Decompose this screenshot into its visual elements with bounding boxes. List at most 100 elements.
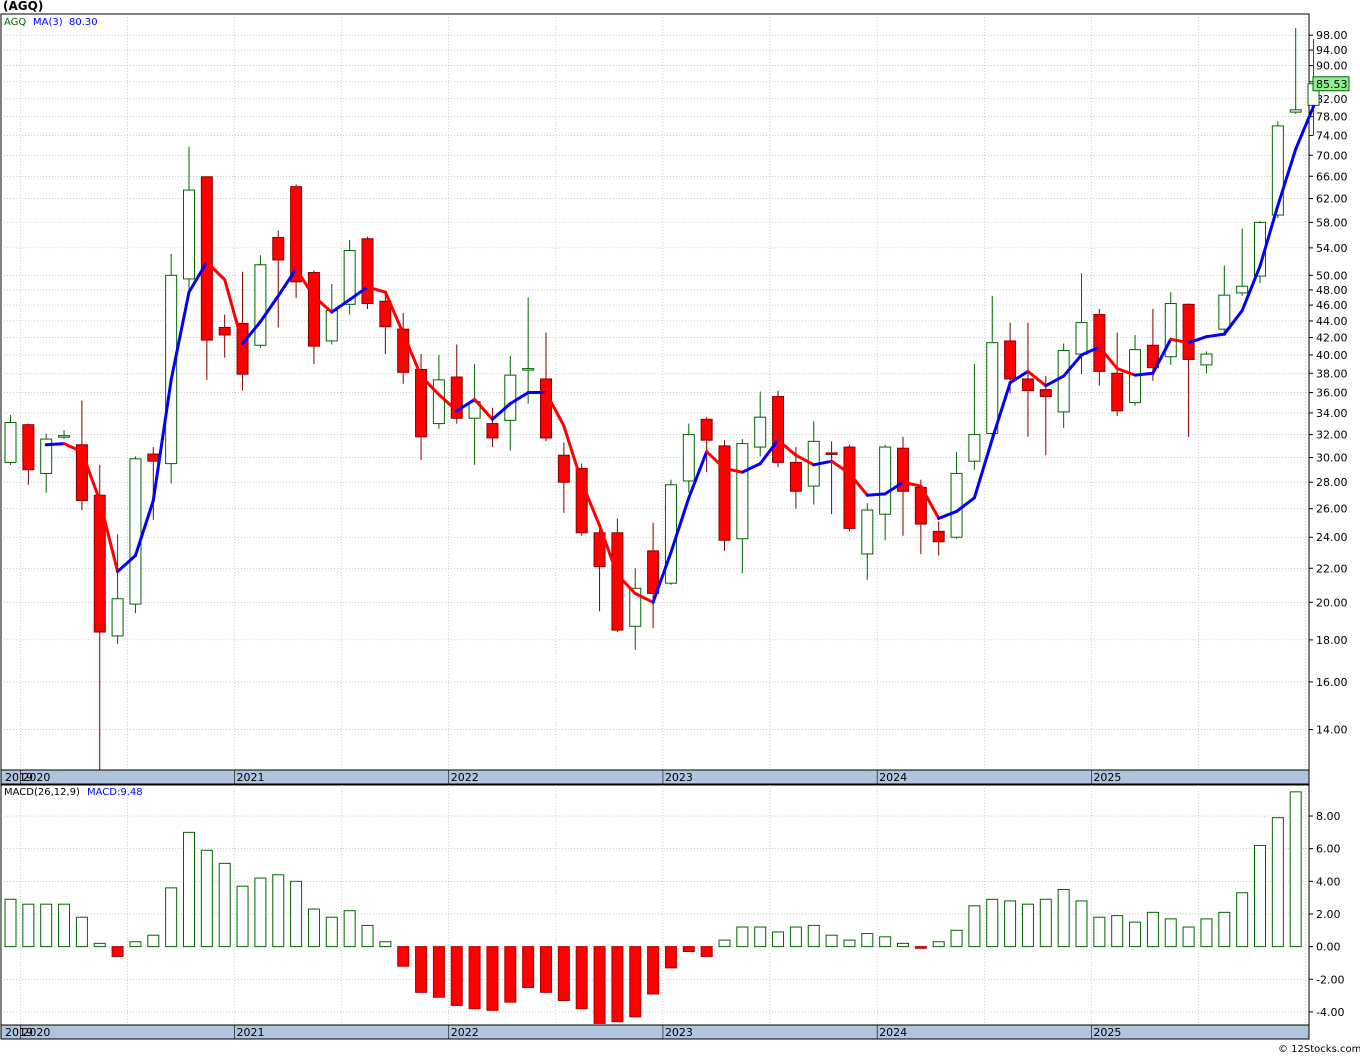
year-label: 2022 <box>451 771 479 784</box>
candle-body <box>111 598 124 637</box>
candle-body <box>682 434 695 482</box>
macd-bar <box>111 946 124 957</box>
price-tick-label: 34.00 <box>1316 407 1348 420</box>
candle <box>254 255 267 348</box>
candle-body <box>22 424 35 471</box>
candle <box>1164 292 1177 365</box>
price-tick-label: 98.00 <box>1316 29 1348 42</box>
macd-bar <box>843 939 856 948</box>
macd-tick-label: 0.00 <box>1316 941 1341 954</box>
price-tick-label: 82.00 <box>1316 93 1348 106</box>
price-tick-label: 50.00 <box>1316 269 1348 282</box>
legend-symbol: AGQ <box>4 17 26 28</box>
price-tick-label: 22.00 <box>1316 562 1348 575</box>
macd-bar <box>343 910 356 948</box>
candle-body <box>486 423 499 439</box>
macd-bar <box>700 946 713 957</box>
candle <box>290 184 303 299</box>
candle-body <box>325 310 338 342</box>
price-tick-label: 46.00 <box>1316 299 1348 312</box>
macd-bar <box>861 933 874 948</box>
candle-body <box>932 530 945 543</box>
macd-bar <box>236 885 249 948</box>
candle <box>718 440 731 551</box>
macd-bar <box>40 903 53 948</box>
macd-bar <box>129 941 142 948</box>
candle-body <box>147 453 160 462</box>
price-tick-label: 90.00 <box>1316 60 1348 73</box>
macd-bar <box>682 946 695 953</box>
macd-bar <box>789 926 802 948</box>
candle-body <box>1182 303 1195 360</box>
macd-bar <box>1093 916 1106 948</box>
macd-tick-label: 6.00 <box>1316 843 1341 856</box>
macd-bar <box>1004 900 1017 948</box>
macd-legend: MACD(26,12,9) MACD:9.48 <box>4 787 143 798</box>
macd-bar <box>200 849 213 948</box>
candle-body <box>504 374 517 421</box>
candle <box>129 456 142 614</box>
macd-tick-label: -4.00 <box>1316 1006 1344 1019</box>
candle-body <box>1057 350 1070 413</box>
candle-body <box>700 418 713 441</box>
year-label: 2020 <box>22 1026 50 1039</box>
macd-bar <box>647 946 660 995</box>
macd-bar <box>307 908 320 948</box>
macd-bar <box>664 946 677 969</box>
watermark: © 12Stocks.com <box>1278 1044 1360 1055</box>
macd-bar <box>629 946 642 1018</box>
candle-body <box>307 271 320 347</box>
last-price-label: 85.53 <box>1316 78 1348 91</box>
price-tick-label: 74.00 <box>1316 129 1348 142</box>
macd-bar <box>468 946 481 1010</box>
price-tick-label: 78.00 <box>1316 111 1348 124</box>
macd-bar <box>932 941 945 948</box>
price-tick-label: 54.00 <box>1316 242 1348 255</box>
price-tick-label: 66.00 <box>1316 170 1348 183</box>
candle-body <box>825 452 838 455</box>
macd-bar <box>557 946 570 1002</box>
date-strip-bottom: 20192020 2021 2022 2023 2024 2025 <box>0 1024 1310 1040</box>
candle-body <box>1075 322 1088 355</box>
price-tick-label: 30.00 <box>1316 452 1348 465</box>
candle-body <box>557 454 570 483</box>
price-tick-label: 70.00 <box>1316 149 1348 162</box>
candle <box>843 444 856 532</box>
macd-bar <box>718 939 731 948</box>
candle-body <box>218 326 231 336</box>
macd-bar <box>754 926 767 948</box>
macd-tick-label: 4.00 <box>1316 875 1341 888</box>
price-tick-label: 94.00 <box>1316 44 1348 57</box>
price-tick-label: 62.00 <box>1316 193 1348 206</box>
macd-bar <box>611 946 624 1023</box>
macd-bar <box>986 898 999 948</box>
price-tick-label: 26.00 <box>1316 503 1348 516</box>
candle-body <box>861 509 874 555</box>
candle-body <box>986 342 999 434</box>
candle-body <box>58 435 71 438</box>
candle-body <box>522 368 535 371</box>
price-tick-label: 44.00 <box>1316 315 1348 328</box>
candle-body <box>1289 109 1302 113</box>
macd-bar <box>1129 921 1142 948</box>
candle-body <box>1004 340 1017 380</box>
year-label: 2025 <box>1093 1026 1121 1039</box>
candle-body <box>254 264 267 346</box>
macd-bar <box>93 942 106 948</box>
candle-body <box>950 472 963 538</box>
macd-bar <box>1236 892 1249 948</box>
candle-body <box>754 416 767 448</box>
macd-bar <box>183 831 195 948</box>
macd-bar <box>22 903 35 948</box>
macd-bar <box>397 946 410 967</box>
macd-bar <box>593 946 606 1024</box>
macd-bar <box>325 916 338 948</box>
macd-bar <box>1182 926 1195 948</box>
candle <box>165 253 178 484</box>
macd-bar <box>1039 898 1052 948</box>
candle-body <box>843 446 856 529</box>
price-tick-label: 14.00 <box>1316 724 1348 737</box>
candle-body <box>1093 314 1106 372</box>
candle-body <box>165 274 178 465</box>
macd-bar <box>379 941 392 948</box>
